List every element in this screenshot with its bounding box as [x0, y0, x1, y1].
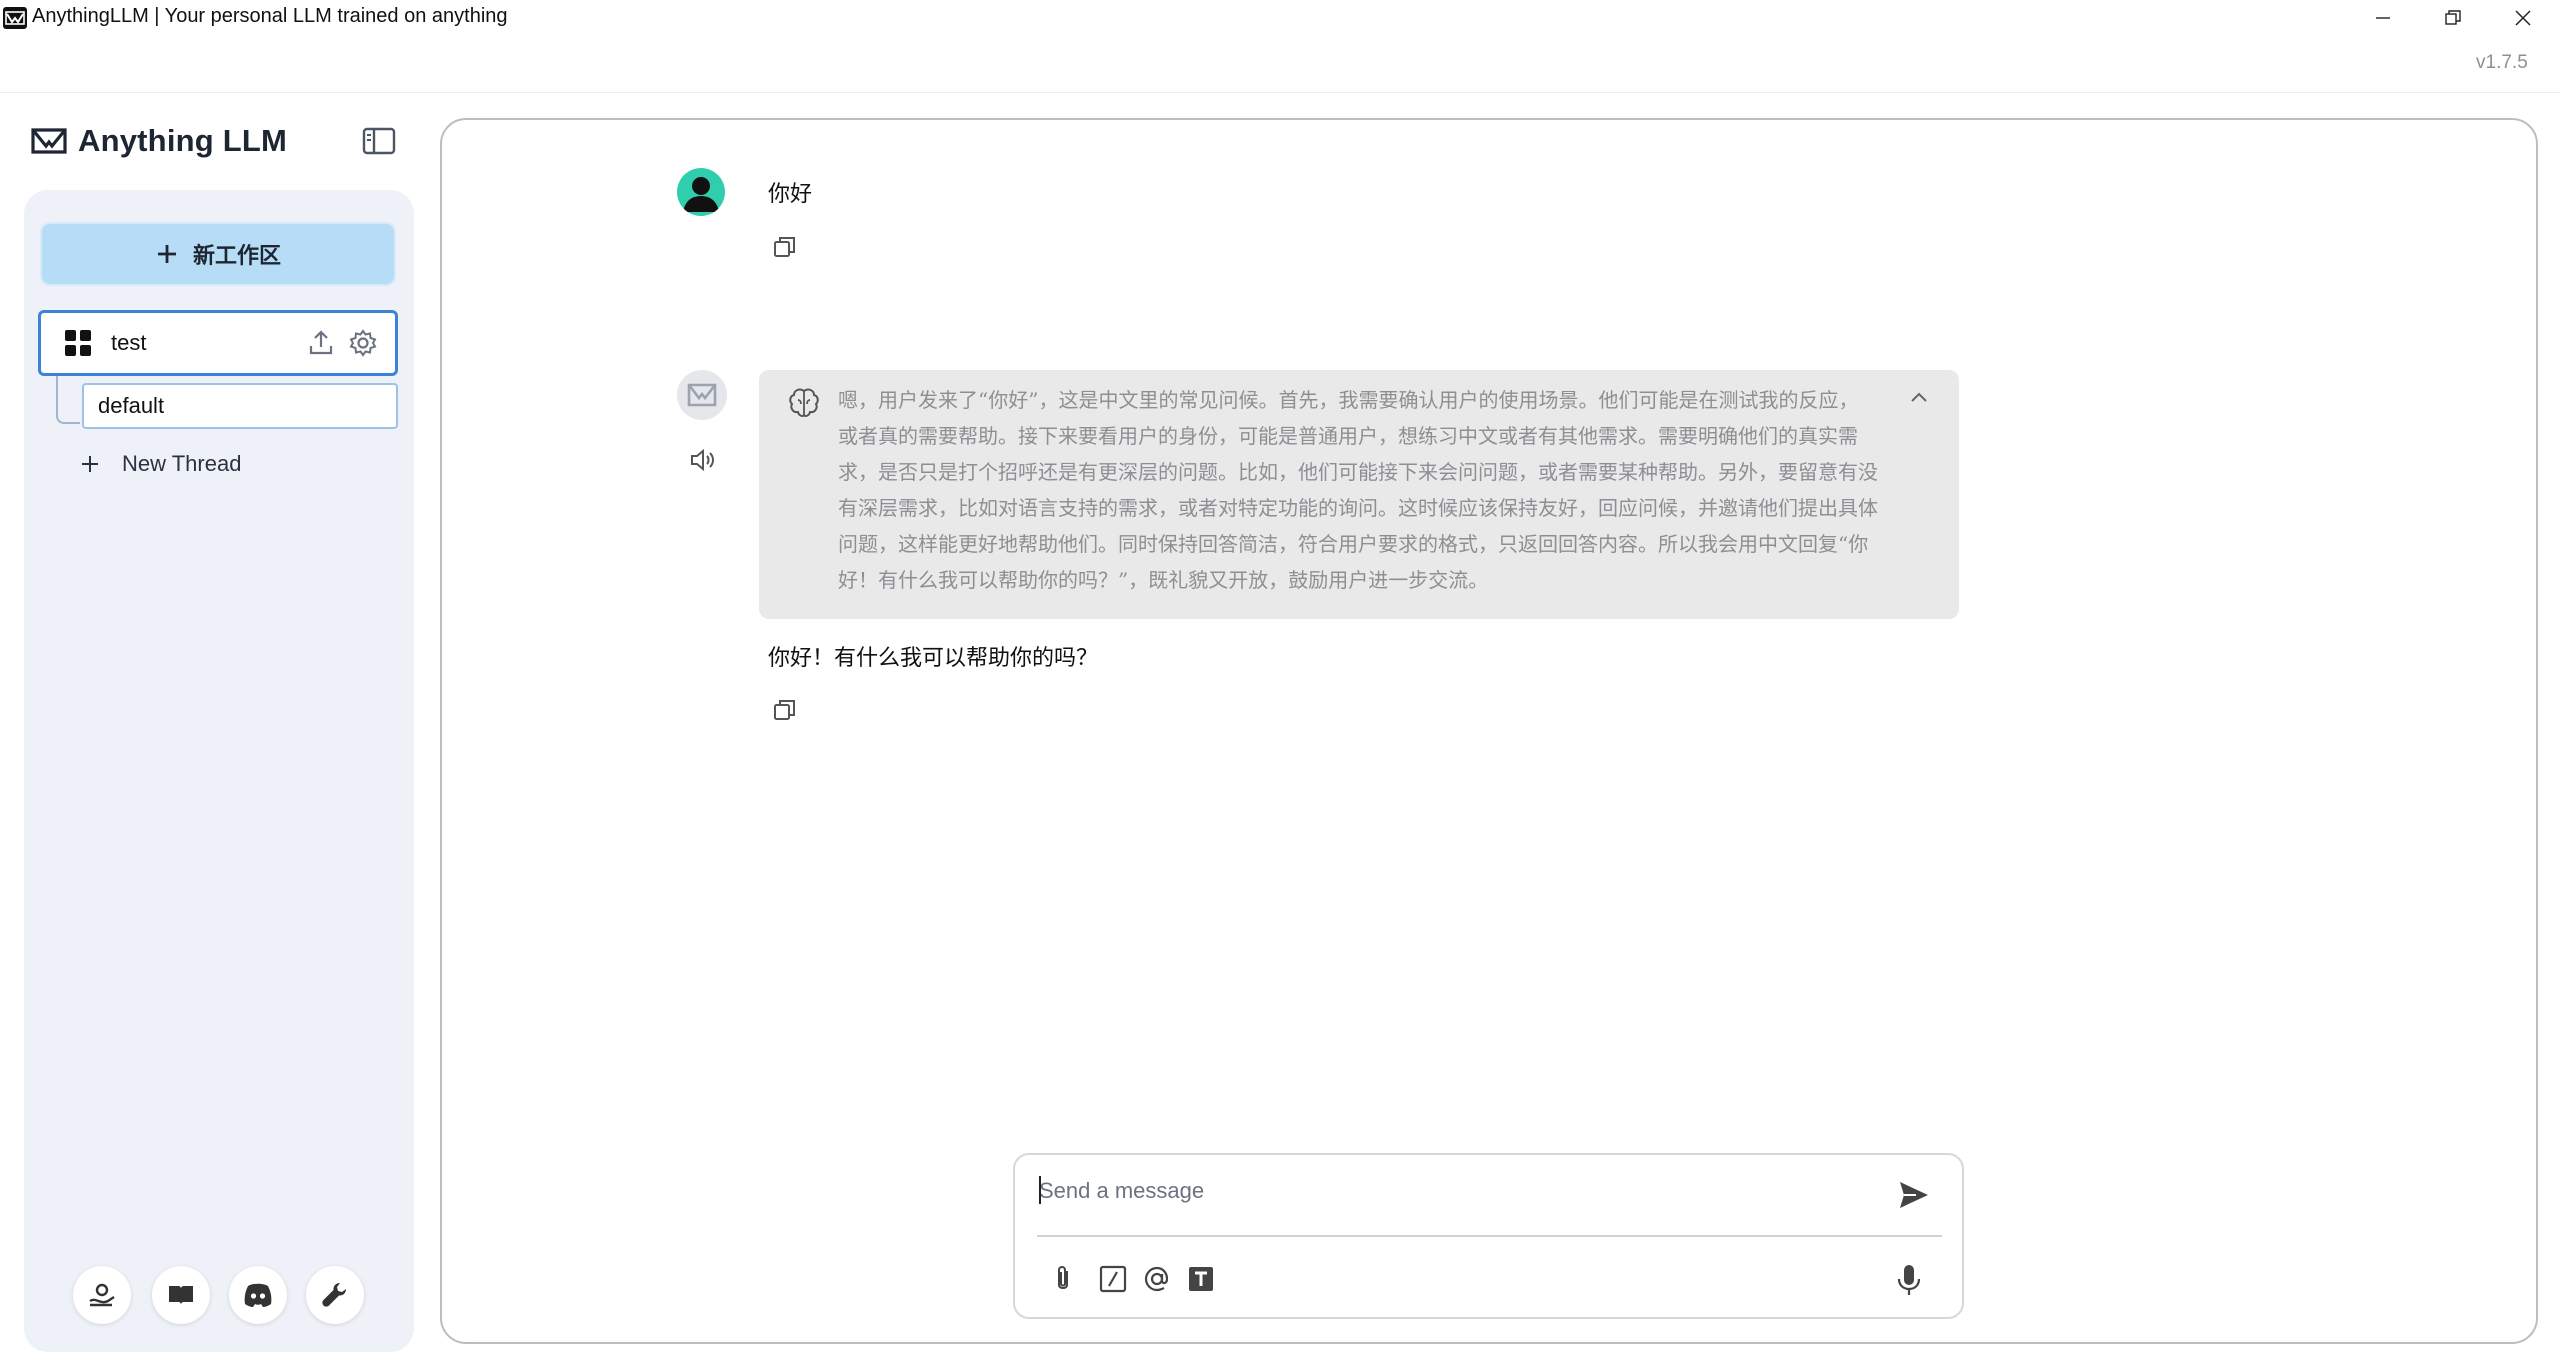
send-button[interactable] — [1896, 1177, 1932, 1213]
workspace-actions — [307, 329, 377, 357]
workspace-item-test[interactable]: test — [38, 310, 398, 376]
workspace-grid-icon — [65, 330, 91, 356]
at-mention-icon — [1144, 1266, 1169, 1292]
minimize-icon — [2376, 17, 2390, 19]
copy-icon — [774, 700, 795, 720]
thread-item-default[interactable]: default — [82, 383, 398, 429]
user-avatar-icon — [683, 177, 719, 212]
header-divider — [0, 92, 2560, 93]
app-logo-icon — [3, 7, 27, 29]
workspace-name: test — [111, 330, 147, 355]
discord-button[interactable] — [229, 1266, 287, 1324]
docs-button[interactable] — [152, 1266, 210, 1324]
assistant-message-text: 你好！有什么我可以帮助你的吗？ — [768, 645, 1099, 670]
settings-button[interactable] — [306, 1266, 364, 1324]
version-label: v1.7.5 — [2476, 52, 2528, 73]
thinking-text: 嗯，用户发来了“你好”，这是中文里的常见问候。首先，我需要确认用户的使用场景。他… — [838, 388, 1878, 592]
user-avatar — [677, 168, 725, 216]
assistant-avatar — [677, 370, 727, 420]
community-hub-button[interactable] — [73, 1266, 131, 1324]
message-input[interactable] — [1039, 1171, 1859, 1211]
text-to-speech-button[interactable] — [688, 446, 716, 474]
composer-divider — [1037, 1235, 1942, 1237]
brand: Anything LLM — [30, 120, 287, 162]
sidebar-panel-icon — [362, 127, 396, 155]
user-message-text: 你好 — [768, 181, 813, 206]
slash-command-icon — [1099, 1265, 1127, 1293]
discord-icon — [244, 1283, 272, 1307]
collapse-thinking-button[interactable] — [1909, 390, 1929, 404]
settings-wrench-icon — [322, 1283, 346, 1307]
window-title: AnythingLLM | Your personal LLM trained … — [32, 5, 508, 27]
community-hub-icon — [89, 1283, 115, 1307]
attach-button[interactable] — [1047, 1263, 1079, 1295]
speaker-icon — [691, 448, 714, 472]
text-size-icon — [1189, 1267, 1213, 1291]
thinking-block: 嗯，用户发来了“你好”，这是中文里的常见问候。首先，我需要确认用户的使用场景。他… — [759, 370, 1959, 619]
thread-tree-connector — [56, 376, 80, 424]
chevron-up-icon — [1911, 392, 1927, 402]
new-thread-label: New Thread — [122, 451, 242, 476]
new-workspace-button[interactable]: 新工作区 — [40, 222, 396, 286]
copy-button[interactable] — [772, 697, 798, 723]
close-icon — [2515, 10, 2531, 26]
plus-icon — [157, 245, 176, 263]
gear-icon[interactable] — [349, 329, 377, 357]
restore-icon — [2445, 10, 2461, 25]
new-workspace-label: 新工作区 — [192, 243, 281, 268]
brand-name: Anything LLM — [78, 123, 288, 158]
send-icon — [1900, 1182, 1928, 1208]
microphone-button[interactable] — [1894, 1263, 1924, 1297]
docs-book-icon — [169, 1286, 193, 1305]
plus-icon — [82, 456, 98, 472]
thread-name: default — [98, 393, 165, 418]
message-composer — [1013, 1153, 1964, 1319]
upload-icon[interactable] — [307, 329, 335, 357]
slash-command-button[interactable] — [1097, 1263, 1129, 1295]
window-titlebar: AnythingLLM | Your personal LLM trained … — [0, 0, 2560, 36]
minimize-button[interactable] — [2348, 0, 2418, 36]
text-caret — [1039, 1176, 1041, 1204]
new-thread-button[interactable]: New Thread — [80, 447, 241, 481]
anythingllm-logo-icon — [687, 383, 717, 407]
text-size-button[interactable] — [1185, 1263, 1217, 1295]
sidebar-toggle-button[interactable] — [362, 126, 396, 156]
close-button[interactable] — [2488, 0, 2558, 36]
anythingllm-logo-icon — [31, 128, 67, 154]
brain-icon — [787, 386, 821, 420]
copy-button[interactable] — [772, 234, 798, 260]
at-mention-button[interactable] — [1141, 1263, 1173, 1295]
attach-icon — [1058, 1266, 1068, 1289]
restore-button[interactable] — [2418, 0, 2488, 36]
microphone-icon — [1897, 1265, 1921, 1295]
copy-icon — [774, 237, 795, 257]
